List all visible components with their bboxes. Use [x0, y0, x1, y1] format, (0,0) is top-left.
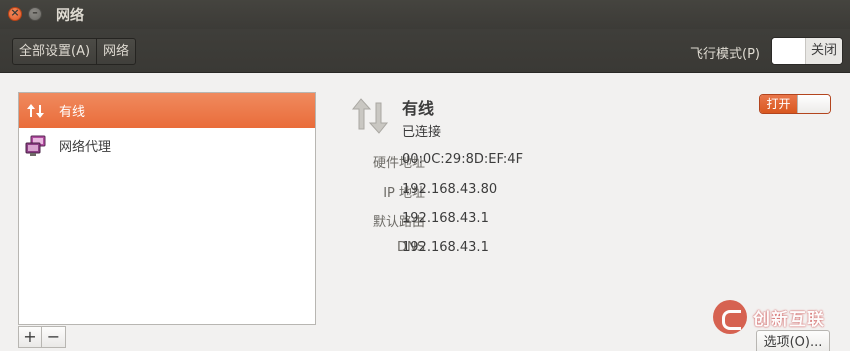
ip-address-value: 192.168.43.80: [402, 182, 498, 197]
breadcrumb-network[interactable]: 网络: [96, 39, 135, 64]
dns-row: DNS 192.168.43.1: [330, 240, 730, 260]
options-button[interactable]: 选项(O)...: [756, 330, 830, 351]
wired-network-icon: [27, 104, 44, 118]
connection-status: 已连接: [402, 125, 442, 140]
minimize-window-button[interactable]: –: [28, 6, 42, 21]
default-route-row: 默认路由 192.168.43.1: [330, 211, 730, 231]
toolbar: 全部设置(A) 网络 飞行模式(P) 关闭: [0, 29, 850, 73]
wired-connection-icon: [351, 98, 389, 134]
sidebar-item-network-proxy[interactable]: 网络代理: [19, 128, 315, 163]
sidebar-item-label: 网络代理: [59, 140, 112, 155]
breadcrumb: 全部设置(A) 网络: [12, 38, 137, 65]
hardware-address-row: 硬件地址 00:0C:29:8D:EF:4F: [330, 152, 730, 172]
list-actions: + −: [18, 326, 66, 348]
switch-knob: [772, 38, 806, 64]
device-list: 有线 网络代理: [18, 92, 316, 325]
ip-address-row: IP 地址 192.168.43.80: [330, 182, 730, 202]
network-proxy-icon: [25, 135, 46, 156]
airplane-mode-label: 飞行模式(P): [690, 47, 760, 62]
wired-power-state: 打开: [760, 95, 797, 113]
default-route-value: 192.168.43.1: [402, 211, 489, 226]
minimize-icon: –: [32, 6, 38, 19]
airplane-mode-state: 关闭: [806, 38, 842, 64]
dns-value: 192.168.43.1: [402, 240, 489, 255]
title-bar: × – 网络: [0, 0, 850, 29]
close-icon: ×: [10, 6, 20, 19]
connection-title: 有线: [402, 99, 435, 118]
switch-knob: [797, 95, 830, 113]
close-window-button[interactable]: ×: [8, 6, 22, 21]
airplane-mode-switch[interactable]: 关闭: [771, 37, 843, 65]
breadcrumb-all-settings[interactable]: 全部设置(A): [13, 39, 96, 64]
remove-connection-button[interactable]: −: [42, 326, 66, 348]
watermark-text: 创新互联: [753, 309, 825, 330]
watermark-logo-icon: [713, 300, 747, 334]
hardware-address-value: 00:0C:29:8D:EF:4F: [402, 152, 524, 167]
wired-power-switch[interactable]: 打开: [759, 94, 831, 114]
watermark: 创新互联: [713, 300, 825, 334]
sidebar-item-wired[interactable]: 有线: [19, 93, 315, 128]
window-title: 网络: [56, 8, 84, 24]
add-connection-button[interactable]: +: [18, 326, 42, 348]
sidebar-item-label: 有线: [59, 105, 86, 120]
